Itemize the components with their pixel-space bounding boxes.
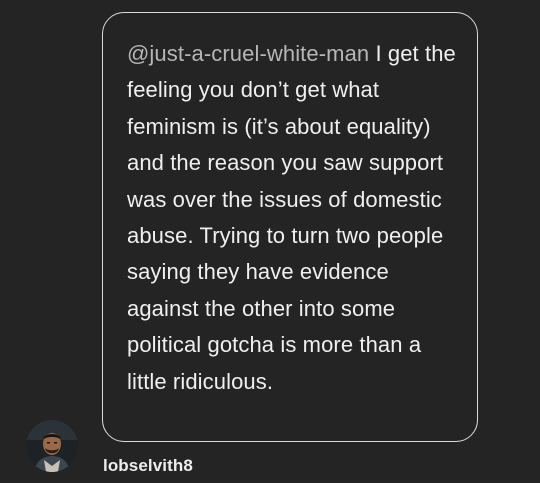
message-body: I get the feeling you don’t get what fem… — [127, 41, 456, 394]
avatar[interactable] — [26, 420, 78, 472]
person-avatar-icon — [26, 420, 78, 472]
username[interactable]: lobselvith8 — [103, 456, 193, 476]
message-text: @just-a-cruel-white-man I get the feelin… — [127, 36, 463, 400]
message-bubble: @just-a-cruel-white-man I get the feelin… — [102, 12, 478, 442]
mention-link[interactable]: @just-a-cruel-white-man — [127, 41, 369, 66]
